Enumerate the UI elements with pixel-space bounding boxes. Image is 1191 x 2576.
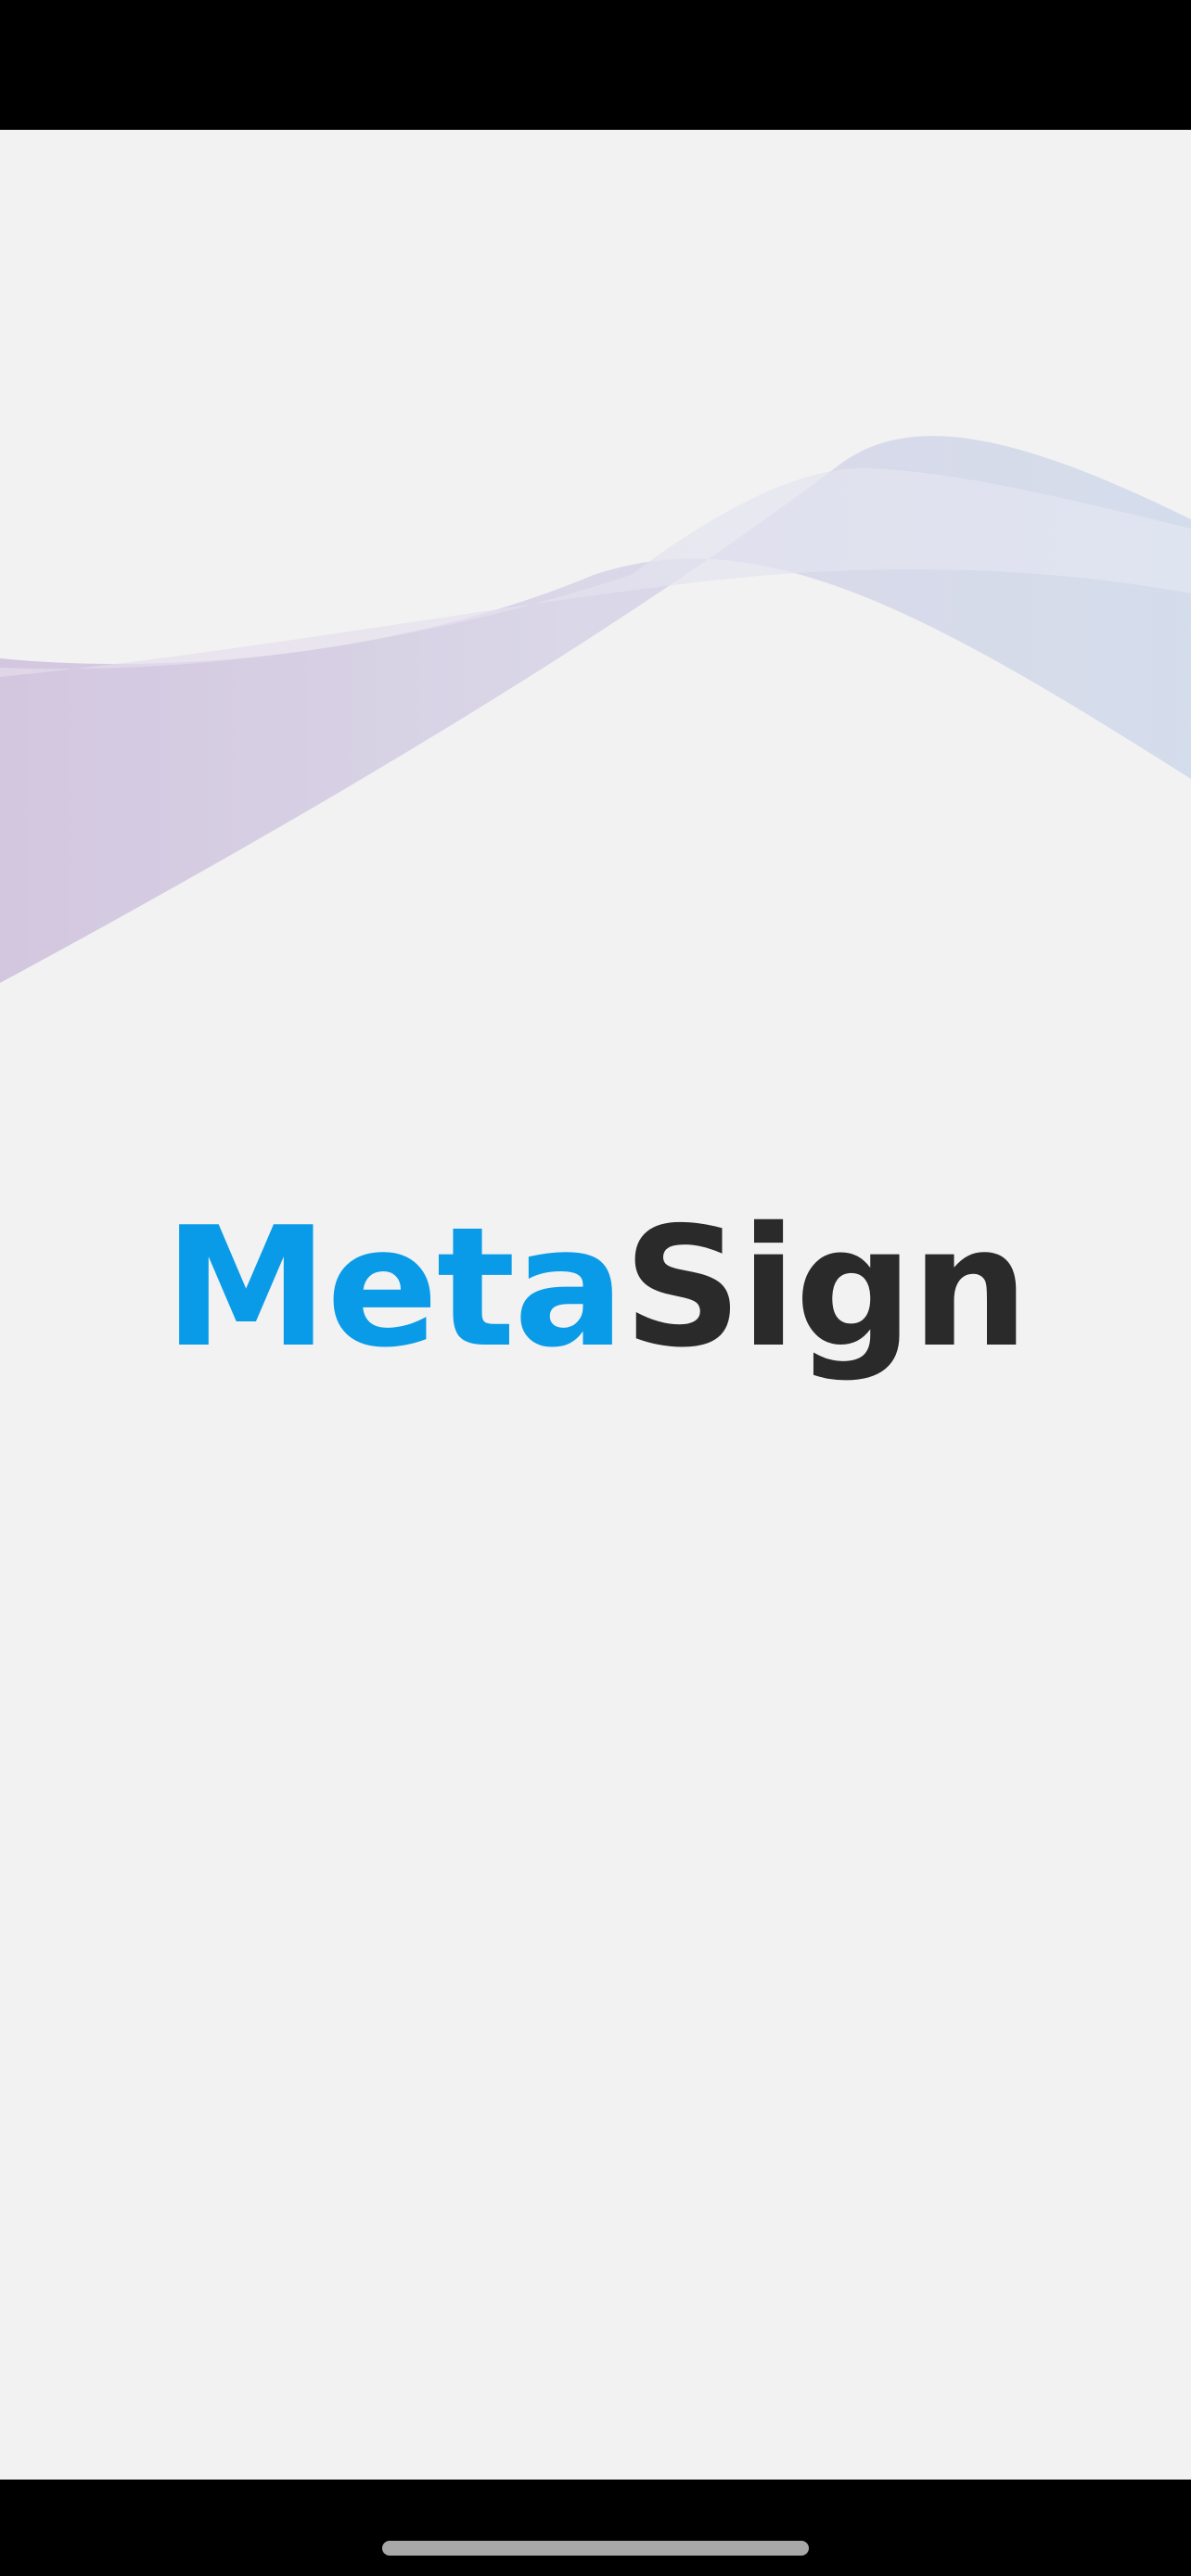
logo-text-meta: Meta [163,1192,625,1384]
home-indicator[interactable] [382,2541,809,2556]
splash-content: MetaSign [0,130,1191,2480]
status-bar [0,0,1191,130]
navigation-bar [0,2480,1191,2576]
logo-text-sign: Sign [622,1192,1029,1384]
decorative-wave [0,436,1191,983]
app-logo: MetaSign [0,1205,1191,1371]
splash-screen: MetaSign [0,0,1191,2576]
